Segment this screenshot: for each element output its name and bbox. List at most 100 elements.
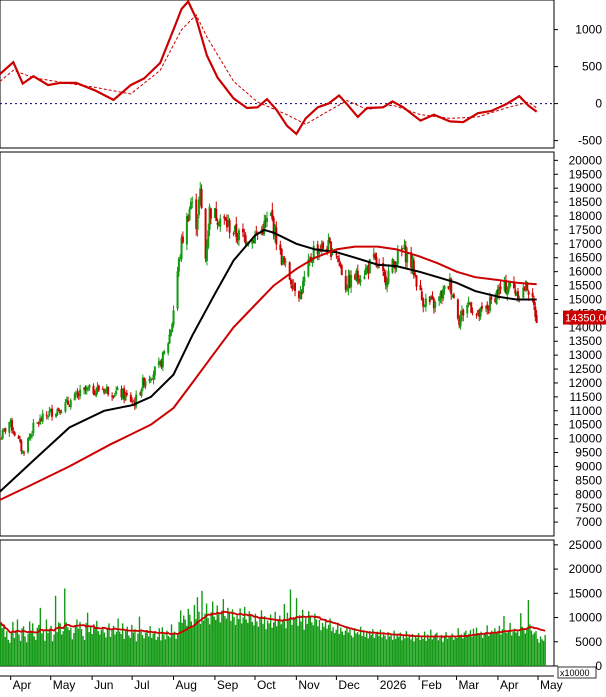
volume-bar xyxy=(138,616,141,666)
volume-bar xyxy=(100,630,103,666)
volume-bar xyxy=(477,633,479,666)
volume-bar xyxy=(236,615,238,666)
price-candle-body xyxy=(41,413,44,422)
volume-bar xyxy=(239,608,241,666)
price-candle-body xyxy=(116,387,119,391)
volume-bar xyxy=(160,640,162,666)
price-candle-body xyxy=(69,400,72,408)
volume-bar xyxy=(204,613,206,666)
volume-bar xyxy=(163,634,165,666)
price-candle-body xyxy=(27,438,30,452)
y-tick-label: 20000 xyxy=(569,153,603,167)
volume-bar xyxy=(173,631,176,666)
x-tick-label: May xyxy=(540,678,563,692)
price-candle-body xyxy=(215,209,218,222)
volume-bar xyxy=(434,634,437,666)
volume-bar xyxy=(240,623,243,666)
y-tick-label: 19000 xyxy=(569,181,603,195)
price-candle-body xyxy=(171,324,174,332)
volume-bar xyxy=(494,628,496,666)
volume-bar xyxy=(6,631,8,666)
volume-bar xyxy=(164,639,167,666)
volume-bar xyxy=(277,619,279,666)
price-candle-body xyxy=(480,305,483,309)
volume-bar xyxy=(199,623,202,666)
price-candle-body xyxy=(459,316,462,327)
volume-bar xyxy=(497,631,499,666)
volume-bar xyxy=(451,633,453,666)
volume-bar xyxy=(524,633,527,666)
volume-bar xyxy=(9,642,11,666)
volume-bar xyxy=(353,628,356,666)
volume-bar xyxy=(109,636,112,666)
volume-bar xyxy=(399,632,401,666)
volume-bar xyxy=(30,630,32,666)
volume-bar xyxy=(166,630,168,666)
volume-bar xyxy=(500,634,502,666)
price-candle-body xyxy=(237,230,240,241)
price-candle-body xyxy=(95,390,98,397)
volume-bar xyxy=(225,618,228,666)
volume-bar xyxy=(533,632,536,666)
volume-bar xyxy=(480,631,482,666)
volume-bar xyxy=(541,639,543,666)
volume-bar xyxy=(257,626,260,666)
volume-bar xyxy=(135,641,138,666)
volume-bar xyxy=(309,616,311,666)
volume-bar xyxy=(506,633,508,666)
price-candle-body xyxy=(331,253,334,255)
volume-bar xyxy=(230,620,232,666)
volume-bar xyxy=(295,598,298,666)
volume-bar xyxy=(82,635,84,666)
price-candle-body xyxy=(67,400,70,405)
x-tick-label: Mar xyxy=(459,678,480,692)
volume-bar xyxy=(356,632,359,666)
volume-bar xyxy=(221,610,223,666)
volume-bar xyxy=(308,611,310,666)
price-candle-body xyxy=(47,416,50,418)
volume-bar xyxy=(233,617,235,666)
volume-bar xyxy=(251,621,254,666)
volume-bar xyxy=(443,635,446,666)
volume-bar xyxy=(247,622,249,666)
chart-canvas: 10005000-500 200001950019000185001800017… xyxy=(0,0,606,692)
volume-bar xyxy=(99,634,101,666)
price-candle-body xyxy=(60,411,63,414)
volume-bar xyxy=(312,625,315,666)
volume-bar xyxy=(16,619,19,666)
price-candle-body xyxy=(17,436,20,439)
volume-bar xyxy=(128,635,130,666)
volume-bar xyxy=(433,636,435,666)
volume-bar xyxy=(97,631,99,666)
price-candle-body xyxy=(356,270,359,279)
x-tick-label: Jun xyxy=(94,678,113,692)
volume-bar xyxy=(343,634,345,666)
y-tick-label: 16000 xyxy=(569,265,603,279)
volume-bar xyxy=(337,623,339,666)
volume-bar xyxy=(260,610,263,666)
volume-bar xyxy=(183,615,185,666)
volume-bar xyxy=(535,631,537,666)
volume-bar xyxy=(74,625,77,666)
volume-bar xyxy=(396,633,398,666)
volume-bar xyxy=(317,626,319,666)
volume-bar xyxy=(474,635,476,666)
price-candle-body xyxy=(344,276,347,290)
price-candle-body xyxy=(140,389,143,396)
price-candle-body xyxy=(167,343,170,353)
price-candle-body xyxy=(176,271,179,309)
volume-bar xyxy=(305,618,307,666)
volume-bar xyxy=(518,635,520,666)
x-tick-label: Feb xyxy=(421,678,442,692)
volume-bar xyxy=(195,618,197,666)
volume-bar xyxy=(335,629,337,666)
price-candle-body xyxy=(475,313,478,315)
volume-bar xyxy=(376,631,379,666)
volume-bar xyxy=(311,622,313,666)
price-candle-body xyxy=(488,297,491,312)
volume-bar xyxy=(211,601,214,666)
volume-bar xyxy=(254,613,257,666)
volume-bar xyxy=(517,629,519,666)
volume-bar xyxy=(61,634,63,666)
volume-bar xyxy=(123,638,125,666)
